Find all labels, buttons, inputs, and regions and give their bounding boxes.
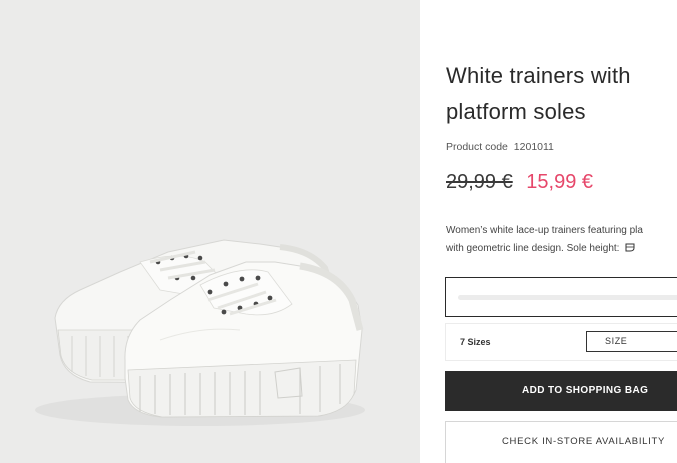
- product-page: White trainers with platform soles Produ…: [0, 0, 677, 463]
- original-price: 29,99 €: [446, 171, 513, 193]
- color-selector-placeholder: [458, 295, 677, 300]
- product-title: White trainers with platform soles: [446, 63, 631, 124]
- product-code-label: Product code: [446, 141, 508, 153]
- color-selector[interactable]: [445, 277, 677, 317]
- size-row: 7 Sizes SIZE: [445, 323, 677, 361]
- check-store-availability-button[interactable]: CHECK IN-STORE AVAILABILITY: [445, 421, 677, 463]
- description-line-2: with geometric line design. Sole height:: [446, 240, 677, 258]
- product-details: White trainers with platform soles Produ…: [420, 0, 677, 463]
- price-block: 29,99 € 15,99 €: [446, 171, 593, 194]
- sole-height-icon: [625, 243, 635, 252]
- description-line-1: Women’s white lace-up trainers featuring…: [446, 225, 643, 236]
- add-to-bag-button[interactable]: ADD TO SHOPPING BAG: [445, 371, 677, 411]
- size-count: 7 Sizes: [460, 337, 491, 347]
- product-description: Women’s white lace-up trainers featuring…: [446, 222, 677, 258]
- white-platform-trainers-image: [35, 239, 365, 426]
- sale-price: 15,99 €: [526, 171, 594, 193]
- product-image[interactable]: [0, 0, 420, 463]
- product-code-value: 1201011: [513, 141, 554, 153]
- product-code: Product code 1201011: [446, 141, 554, 153]
- description-line-2-text: with geometric line design. Sole height:: [446, 243, 620, 254]
- size-dropdown[interactable]: SIZE: [586, 331, 677, 352]
